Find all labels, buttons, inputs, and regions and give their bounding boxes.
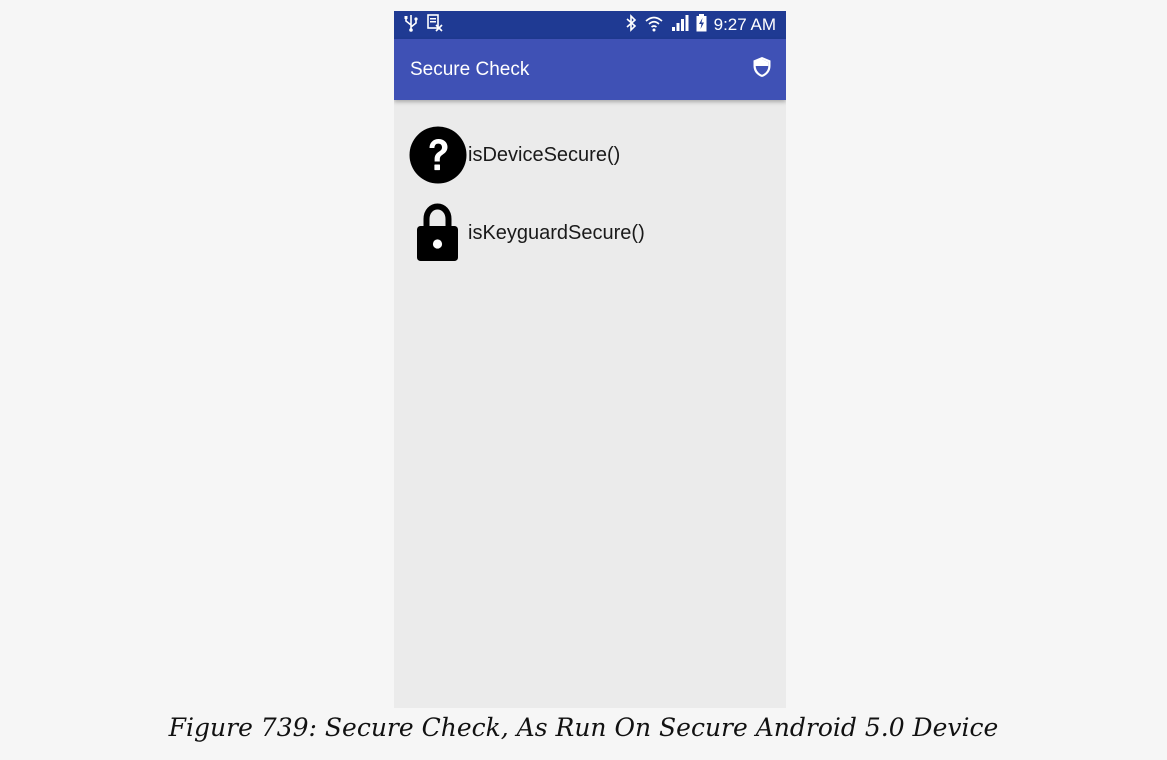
phone-screen: 9:27 AM Secure Check isDeviceSecure() is… (394, 11, 786, 708)
check-label-device-secure: isDeviceSecure() (468, 143, 621, 166)
check-row-keyguard-secure: isKeyguardSecure() (408, 203, 645, 263)
help-circle-icon (408, 125, 468, 185)
lock-icon (408, 203, 468, 263)
app-bar: Secure Check (394, 39, 786, 100)
shield-icon (752, 56, 772, 83)
wifi-icon (644, 14, 664, 37)
app-title: Secure Check (410, 59, 530, 80)
check-list: isDeviceSecure() isKeyguardSecure() (394, 100, 786, 708)
check-label-keyguard-secure: isKeyguardSecure() (468, 221, 645, 244)
usb-icon (404, 14, 418, 37)
page: 9:27 AM Secure Check isDeviceSecure() is… (0, 0, 1167, 760)
check-row-device-secure: isDeviceSecure() (408, 125, 620, 185)
status-bar-right: 9:27 AM (625, 13, 776, 37)
status-time: 9:27 AM (713, 15, 776, 34)
figure-caption: Figure 739: Secure Check, As Run On Secu… (168, 713, 999, 742)
status-bar-left (404, 13, 443, 37)
shield-action-button[interactable] (750, 56, 774, 83)
bluetooth-icon (625, 13, 637, 37)
signal-icon (671, 14, 689, 37)
screenshot-notification-icon (427, 13, 443, 37)
status-bar: 9:27 AM (394, 11, 786, 39)
battery-icon (696, 13, 707, 37)
